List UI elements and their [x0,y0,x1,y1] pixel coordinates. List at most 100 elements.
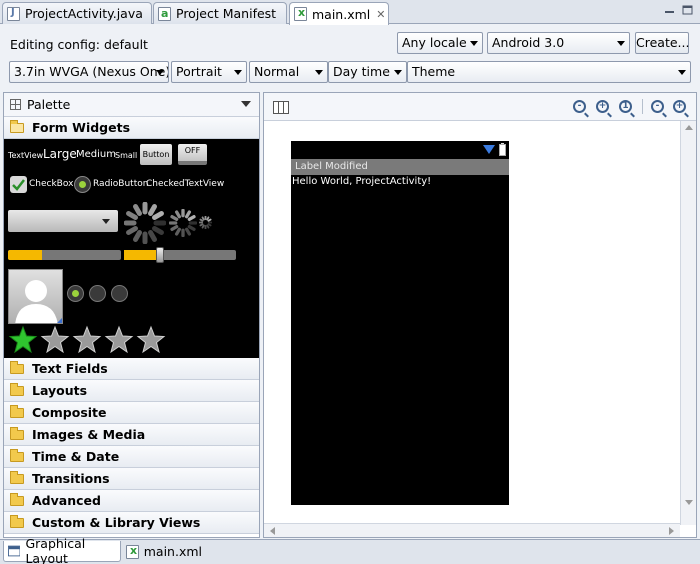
category-label: Images & Media [32,427,146,442]
spinner-widget[interactable] [8,210,118,232]
star-icon[interactable] [40,325,70,355]
palette-header[interactable]: Palette [4,93,259,117]
star-icon[interactable] [72,325,102,355]
maximize-icon[interactable] [682,5,694,15]
theme-dropdown[interactable]: Theme [407,61,691,83]
chevron-down-icon [678,70,686,75]
rating-bar-widget[interactable] [8,325,168,355]
toggle-button-widget[interactable]: OFF [178,144,207,165]
horizontal-scrollbar[interactable] [264,523,680,537]
category-label: Composite [32,405,107,420]
scroll-down-icon[interactable] [685,500,693,505]
star-icon[interactable] [104,325,134,355]
editing-config-label: Editing config: default [10,37,148,52]
ui-mode-dropdown[interactable]: Normal [249,61,328,83]
radio-button-label: RadioButton [93,179,149,189]
tab-label: Graphical Layout [25,536,86,564]
tab-main-xml-source[interactable]: main.xml [122,541,202,562]
zoom-in-icon[interactable]: + [673,100,686,113]
tab-main-xml[interactable]: main.xml ✕ [289,2,389,25]
textview-widget[interactable]: TextView [8,151,43,160]
progress-circle-large-icon[interactable] [124,202,166,244]
time-dropdown[interactable]: Day time [328,61,407,83]
app-title-bar[interactable]: Label Modified [291,159,509,175]
minimize-icon[interactable] [664,5,676,15]
battery-icon [499,143,506,156]
canvas-toolbar: - + 1 - + [264,93,696,121]
category-composite[interactable]: Composite [4,402,259,424]
manifest-file-icon [158,6,171,21]
tab-projectactivity-java[interactable]: ProjectActivity.java [2,2,152,24]
radio-button-icon[interactable] [74,176,91,193]
star-icon[interactable] [136,325,166,355]
category-images-media[interactable]: Images & Media [4,424,259,446]
progress-circle-small-icon[interactable] [199,216,212,229]
category-form-widgets[interactable]: Form Widgets [4,117,259,139]
radio-group-item-3[interactable] [111,285,128,302]
java-file-icon [7,6,20,21]
category-list: Text Fields Layouts Composite Images & M… [4,358,259,534]
palette-icon [10,99,21,110]
theme-value: Theme [412,64,456,79]
category-time-date[interactable]: Time & Date [4,446,259,468]
progress-circle-medium-icon[interactable] [169,209,197,237]
form-widgets-preview: TextView Large Medium Small Button OFF C… [4,139,259,358]
palette-title: Palette [27,97,71,112]
toolbar-divider [642,99,643,114]
zoom-fit-icon[interactable]: - [573,100,586,113]
category-text-fields[interactable]: Text Fields [4,358,259,380]
hello-textview[interactable]: Hello World, ProjectActivity! [291,176,509,187]
vertical-scrollbar[interactable] [680,121,696,525]
large-text-widget[interactable]: Large [43,147,77,161]
tab-graphical-layout[interactable]: Graphical Layout [3,536,121,564]
seek-bar-widget[interactable] [124,247,236,263]
radio-group-item-1[interactable] [67,285,84,302]
button-widget[interactable]: Button [140,144,172,165]
locale-value: Any locale [402,35,467,50]
zoom-out-icon[interactable]: - [651,100,664,113]
person-icon [15,280,62,323]
scroll-up-icon[interactable] [685,125,693,130]
category-custom-library-views[interactable]: Custom & Library Views [4,512,259,534]
close-icon[interactable]: ✕ [376,8,385,21]
status-bar [291,141,509,159]
image-view-widget[interactable] [8,269,63,324]
xml-file-icon [126,544,139,559]
scroll-right-icon[interactable] [669,527,674,535]
editing-config-value: default [103,37,148,52]
orientation-dropdown[interactable]: Portrait [171,61,247,83]
tab-project-manifest[interactable]: Project Manifest [153,2,287,24]
checkbox-label: CheckBox [29,179,74,189]
category-layouts[interactable]: Layouts [4,380,259,402]
graphical-layout-icon [8,545,21,557]
category-label: Transitions [32,471,110,486]
api-level-dropdown[interactable]: Android 3.0 [487,32,630,54]
zoom-100-icon[interactable]: 1 [619,100,632,113]
tab-label: main.xml [143,544,202,559]
zoom-real-size-icon[interactable]: + [596,100,609,113]
design-surface[interactable]: Label Modified Hello World, ProjectActiv… [264,121,680,525]
editing-config-caption: Editing config: [10,37,100,52]
category-advanced[interactable]: Advanced [4,490,259,512]
layout-outline-icon[interactable] [273,101,289,114]
chevron-down-icon[interactable] [241,101,251,107]
small-text-widget[interactable]: Small [115,151,137,160]
star-icon[interactable] [8,325,38,355]
layout-canvas: - + 1 - + Label Modified Hello World, Pr… [263,92,697,538]
folder-icon [10,404,24,418]
create-config-button[interactable]: Create... [635,32,689,54]
tab-label: ProjectActivity.java [25,6,143,21]
medium-text-widget[interactable]: Medium [76,149,116,160]
device-value: 3.7in WVGA (Nexus One) [14,64,169,79]
progress-bar-widget[interactable] [8,250,121,260]
folder-icon [10,426,24,440]
locale-dropdown[interactable]: Any locale [397,32,483,54]
device-dropdown[interactable]: 3.7in WVGA (Nexus One) [9,61,169,83]
checked-text-view-widget[interactable]: CheckedTextView [146,179,224,189]
radio-group-item-2[interactable] [89,285,106,302]
checkbox-icon[interactable] [10,176,27,193]
device-screen[interactable]: Label Modified Hello World, ProjectActiv… [291,141,509,505]
api-level-value: Android 3.0 [492,35,565,50]
scroll-left-icon[interactable] [270,527,275,535]
category-transitions[interactable]: Transitions [4,468,259,490]
